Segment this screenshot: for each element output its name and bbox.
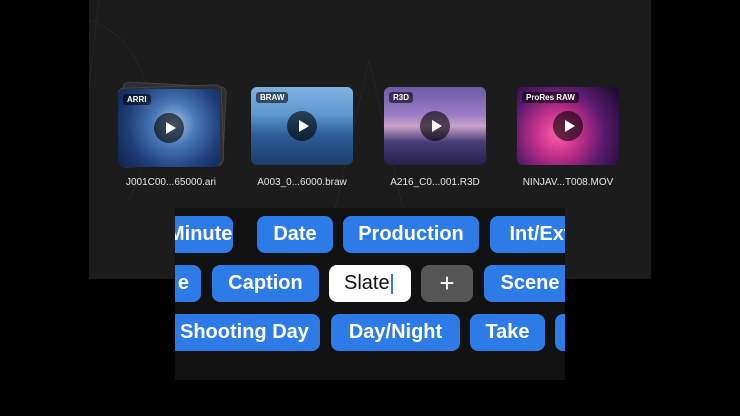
- tag-edit-value: Slate: [344, 272, 390, 294]
- clip-filename: A216_C0...001.R3D: [390, 177, 480, 188]
- metadata-tag-picker: Minute Date Production Int/Ext e Caption…: [175, 208, 565, 380]
- clip-thumbnail-prores-raw[interactable]: ProRes RAW: [517, 87, 619, 165]
- tag-date[interactable]: Date: [257, 216, 333, 253]
- tag-day-night[interactable]: Day/Night: [331, 314, 460, 351]
- clip-thumbnail-braw[interactable]: BRAW: [251, 87, 353, 165]
- tag-partial-next[interactable]: [555, 314, 565, 351]
- tag-edit-field[interactable]: Slate: [329, 265, 411, 302]
- add-tag-button[interactable]: +: [421, 265, 473, 302]
- tag-scene[interactable]: Scene: [484, 265, 565, 302]
- clip-format-badge: ARRI: [123, 94, 151, 105]
- tag-shooting-day[interactable]: Shooting Day: [175, 314, 320, 351]
- clip-filename: A003_0...6000.braw: [257, 177, 347, 188]
- tag-int-ext[interactable]: Int/Ext: [490, 216, 565, 253]
- play-icon[interactable]: [420, 111, 450, 141]
- tag-production[interactable]: Production: [343, 216, 479, 253]
- clip-filename: NINJAV...T008.MOV: [522, 177, 614, 188]
- clip-thumbnail-r3d[interactable]: R3D: [384, 87, 486, 165]
- tag-caption[interactable]: Caption: [212, 265, 319, 302]
- tag-take[interactable]: Take: [470, 314, 545, 351]
- text-cursor: [390, 273, 393, 294]
- clip-filename: J001C00...65000.ari: [125, 177, 217, 188]
- plus-icon: +: [439, 268, 455, 298]
- clip-format-badge: R3D: [389, 92, 414, 103]
- clip-format-badge: BRAW: [256, 92, 289, 103]
- play-icon[interactable]: [287, 111, 317, 141]
- play-icon[interactable]: [553, 111, 583, 141]
- tag-partial[interactable]: e: [175, 265, 201, 302]
- clip-format-badge: ProRes RAW: [522, 92, 579, 103]
- clip-thumbnail-arri[interactable]: ARRI: [118, 89, 220, 167]
- tag-minute[interactable]: Minute: [175, 216, 233, 253]
- play-icon[interactable]: [154, 113, 184, 143]
